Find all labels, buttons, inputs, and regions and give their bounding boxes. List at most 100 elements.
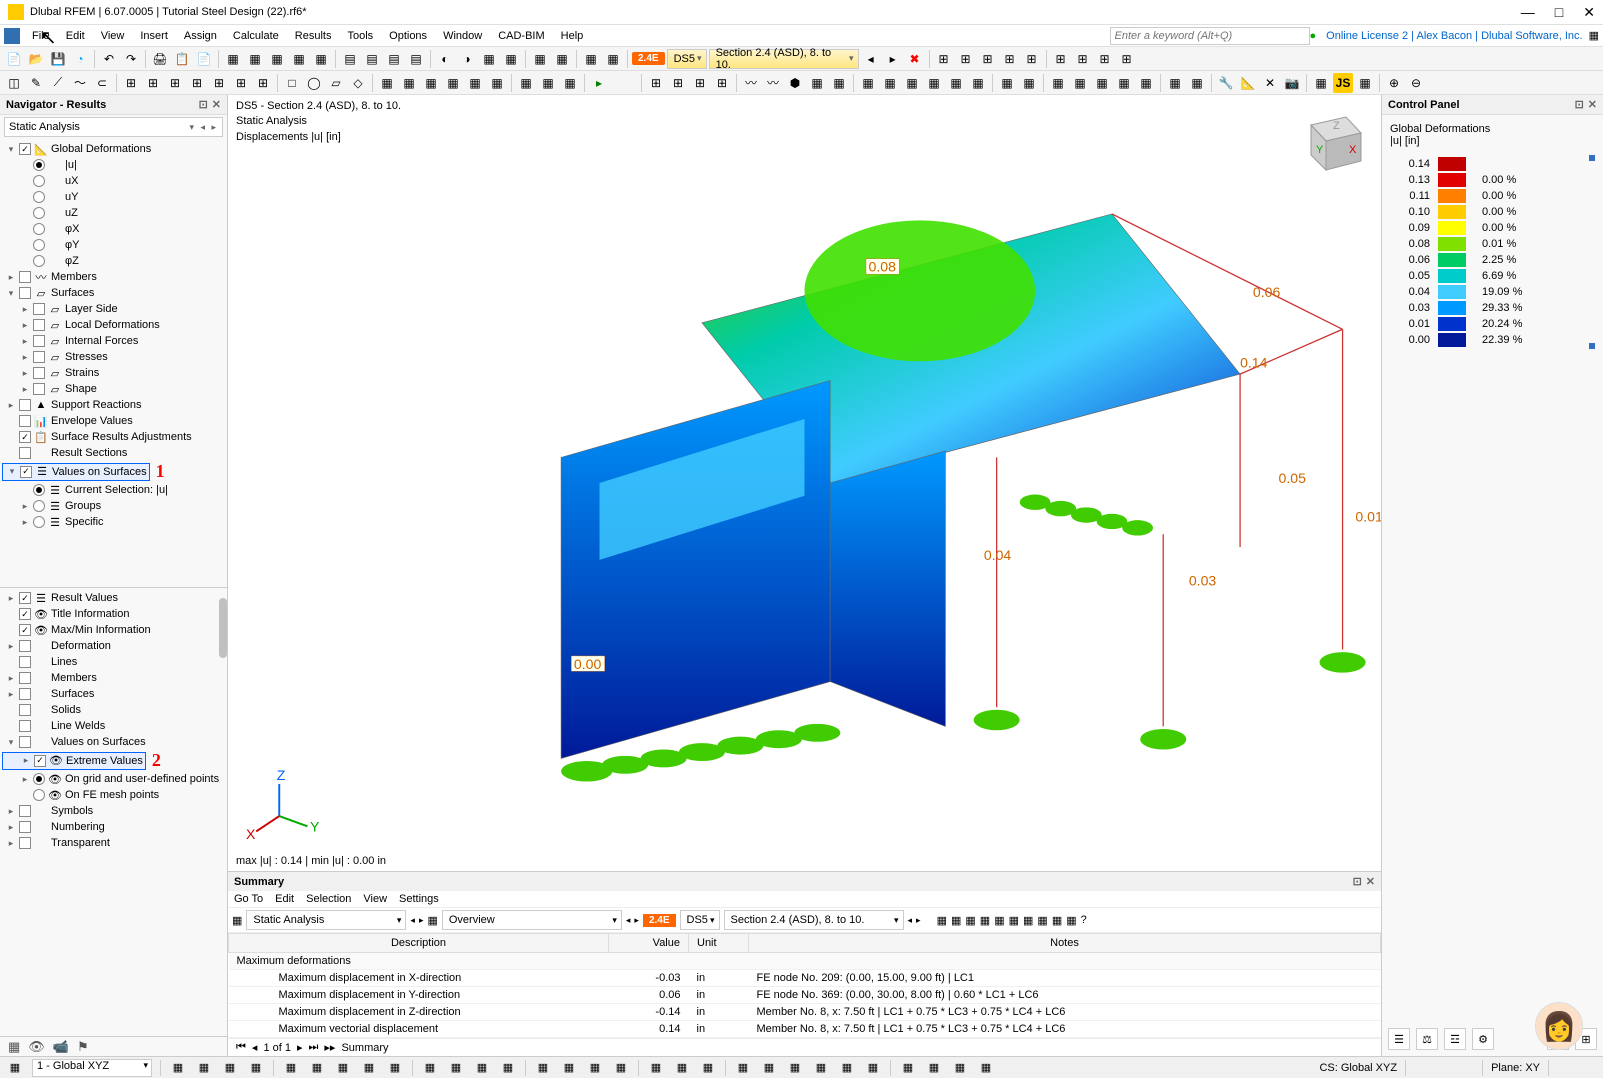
tb-icon[interactable]: ▦ [1187, 73, 1207, 93]
tb-icon[interactable]: ▦ [223, 49, 243, 69]
tree-item[interactable]: ▾☰Values on Surfaces [2, 463, 150, 481]
tb-icon[interactable]: ◇ [348, 73, 368, 93]
tree-item[interactable]: ▸☰Groups [2, 498, 103, 514]
sb-icon[interactable]: ▦ [386, 1059, 404, 1077]
tree-item[interactable]: ▾▱Surfaces [2, 285, 96, 301]
tb-icon[interactable]: ▦ [1092, 73, 1112, 93]
tb-icon[interactable]: ▦ [858, 73, 878, 93]
summary-menu-selection[interactable]: Selection [306, 893, 351, 905]
prev-icon[interactable]: ◂ [626, 915, 631, 926]
tree-item[interactable]: ▸Members [2, 670, 99, 686]
tb-icon[interactable]: ▦ [1311, 73, 1331, 93]
sb-icon[interactable]: ▦ [447, 1059, 465, 1077]
tb-icon[interactable]: ▦ [1048, 73, 1068, 93]
undo-icon[interactable]: ↶ [99, 49, 119, 69]
tb-icon[interactable]: ▦ [1023, 914, 1033, 927]
tb-icon[interactable]: ⊂ [92, 73, 112, 93]
tb-icon[interactable]: ⊞ [934, 49, 954, 69]
tb-icon[interactable]: ▦ [245, 49, 265, 69]
sb-icon[interactable]: ▦ [560, 1059, 578, 1077]
close-panel-icon[interactable]: ✕ [212, 98, 221, 111]
next-icon[interactable]: ▸ [883, 49, 903, 69]
table-row[interactable]: Maximum displacement in Z-direction-0.14… [229, 1004, 1381, 1021]
section-combo[interactable]: Section 2.4 (ASD), 8. to 10. [709, 49, 859, 69]
undock-icon[interactable]: ⊡ [199, 98, 208, 111]
sb-icon[interactable]: ▦ [812, 1059, 830, 1077]
keyword-search[interactable] [1110, 27, 1310, 45]
sb-icon[interactable]: ▦ [360, 1059, 378, 1077]
tb-icon[interactable]: ▦ [538, 73, 558, 93]
sb-icon[interactable]: ▦ [699, 1059, 717, 1077]
tb-icon[interactable]: ▤ [340, 49, 360, 69]
tree-item[interactable]: ▸▲Support Reactions [2, 397, 144, 413]
tb-icon[interactable]: ⊞ [646, 73, 666, 93]
view-cube[interactable]: Y X Z [1291, 105, 1371, 185]
tb-icon[interactable]: ⊞ [978, 49, 998, 69]
sb-icon[interactable]: ▦ [586, 1059, 604, 1077]
tb-icon[interactable]: ⊖ [1406, 73, 1426, 93]
tb-icon[interactable]: ▦ [603, 49, 623, 69]
tree-item[interactable]: ▸▱Local Deformations [2, 317, 162, 333]
tb-icon[interactable]: ⊞ [165, 73, 185, 93]
tb-icon[interactable]: ⊞ [143, 73, 163, 93]
analysis-type-combo[interactable]: Static Analysis [4, 117, 223, 137]
prev-icon[interactable]: ◂ [908, 915, 913, 926]
tab-video-icon[interactable]: 📹 [53, 1039, 69, 1055]
tb-icon[interactable]: ⊞ [1117, 49, 1137, 69]
tree-item[interactable]: 👁Title Information [2, 606, 131, 622]
tb-icon[interactable]: ▦ [1037, 914, 1047, 927]
table-row[interactable]: Maximum displacement in Y-direction0.06i… [229, 987, 1381, 1004]
sb-icon[interactable]: ▦ [673, 1059, 691, 1077]
tree-item[interactable]: ▸▱Shape [2, 381, 99, 397]
menu-insert[interactable]: Insert [132, 30, 176, 42]
tree-item[interactable]: φZ [2, 253, 81, 269]
tree-item[interactable]: uY [2, 189, 80, 205]
sb-icon[interactable]: ▦ [612, 1059, 630, 1077]
ds-combo[interactable]: DS5 [680, 910, 720, 930]
tb-icon[interactable]: ▦ [994, 914, 1004, 927]
menu-tools[interactable]: Tools [339, 30, 381, 42]
tb-icon[interactable]: ⊞ [1022, 49, 1042, 69]
next-icon[interactable]: ▸ [634, 915, 639, 926]
ds-combo[interactable]: DS5 [667, 49, 707, 69]
tb-icon[interactable]: ▦ [232, 914, 242, 927]
tree-item[interactable]: ▸▱Internal Forces [2, 333, 140, 349]
tb-icon[interactable]: ⊞ [209, 73, 229, 93]
next-icon[interactable]: ▸ [419, 915, 424, 926]
tab-scale-icon[interactable]: ⚖ [1416, 1028, 1438, 1050]
first-icon[interactable]: ⏮ [236, 1041, 246, 1054]
tb-icon[interactable]: ▦ [311, 49, 331, 69]
tb-icon[interactable]: 〰 [741, 73, 761, 93]
tree-item[interactable]: ▸▱Layer Side [2, 301, 120, 317]
overview-combo[interactable]: Overview [442, 910, 622, 930]
tree-item[interactable]: 👁On FE mesh points [2, 787, 161, 803]
tb-icon[interactable]: ⊞ [1000, 49, 1020, 69]
tb-icon[interactable]: ▦ [516, 73, 536, 93]
minimize-button[interactable]: — [1521, 4, 1535, 21]
tb-icon[interactable]: ⊞ [1073, 49, 1093, 69]
prev-icon[interactable]: ◂ [252, 1041, 258, 1054]
tb-icon[interactable]: ⊞ [1051, 49, 1071, 69]
tb-icon[interactable]: ▦ [1009, 914, 1019, 927]
tree-item[interactable]: φY [2, 237, 81, 253]
tb-icon[interactable]: ✎ [26, 73, 46, 93]
tree-item[interactable]: Solids [2, 702, 83, 718]
tb-icon[interactable]: ✕ [1260, 73, 1280, 93]
tb-icon[interactable]: ▦ [377, 73, 397, 93]
tab-legend-icon[interactable]: ☰ [1388, 1028, 1410, 1050]
tb-icon[interactable]: ▦ [1070, 73, 1090, 93]
tree-item[interactable]: Result Sections [2, 445, 129, 461]
menu-edit[interactable]: Edit [58, 30, 93, 42]
play-icon[interactable]: ▸ [589, 73, 609, 93]
tab-eye-icon[interactable]: 👁 [28, 1039, 45, 1055]
tb-icon[interactable]: ▦ [937, 914, 947, 927]
tree-item[interactable]: ▸Symbols [2, 803, 95, 819]
summary-menu-edit[interactable]: Edit [275, 893, 294, 905]
copy-icon[interactable]: 📄 [194, 49, 214, 69]
tb-icon[interactable]: ◐ [435, 49, 455, 69]
tb-icon[interactable]: ▦ [560, 73, 580, 93]
tb-icon[interactable]: ▦ [581, 49, 601, 69]
tb-icon[interactable]: ▦ [465, 73, 485, 93]
sb-icon[interactable]: ▦ [647, 1059, 665, 1077]
sb-icon[interactable]: ▦ [282, 1059, 300, 1077]
